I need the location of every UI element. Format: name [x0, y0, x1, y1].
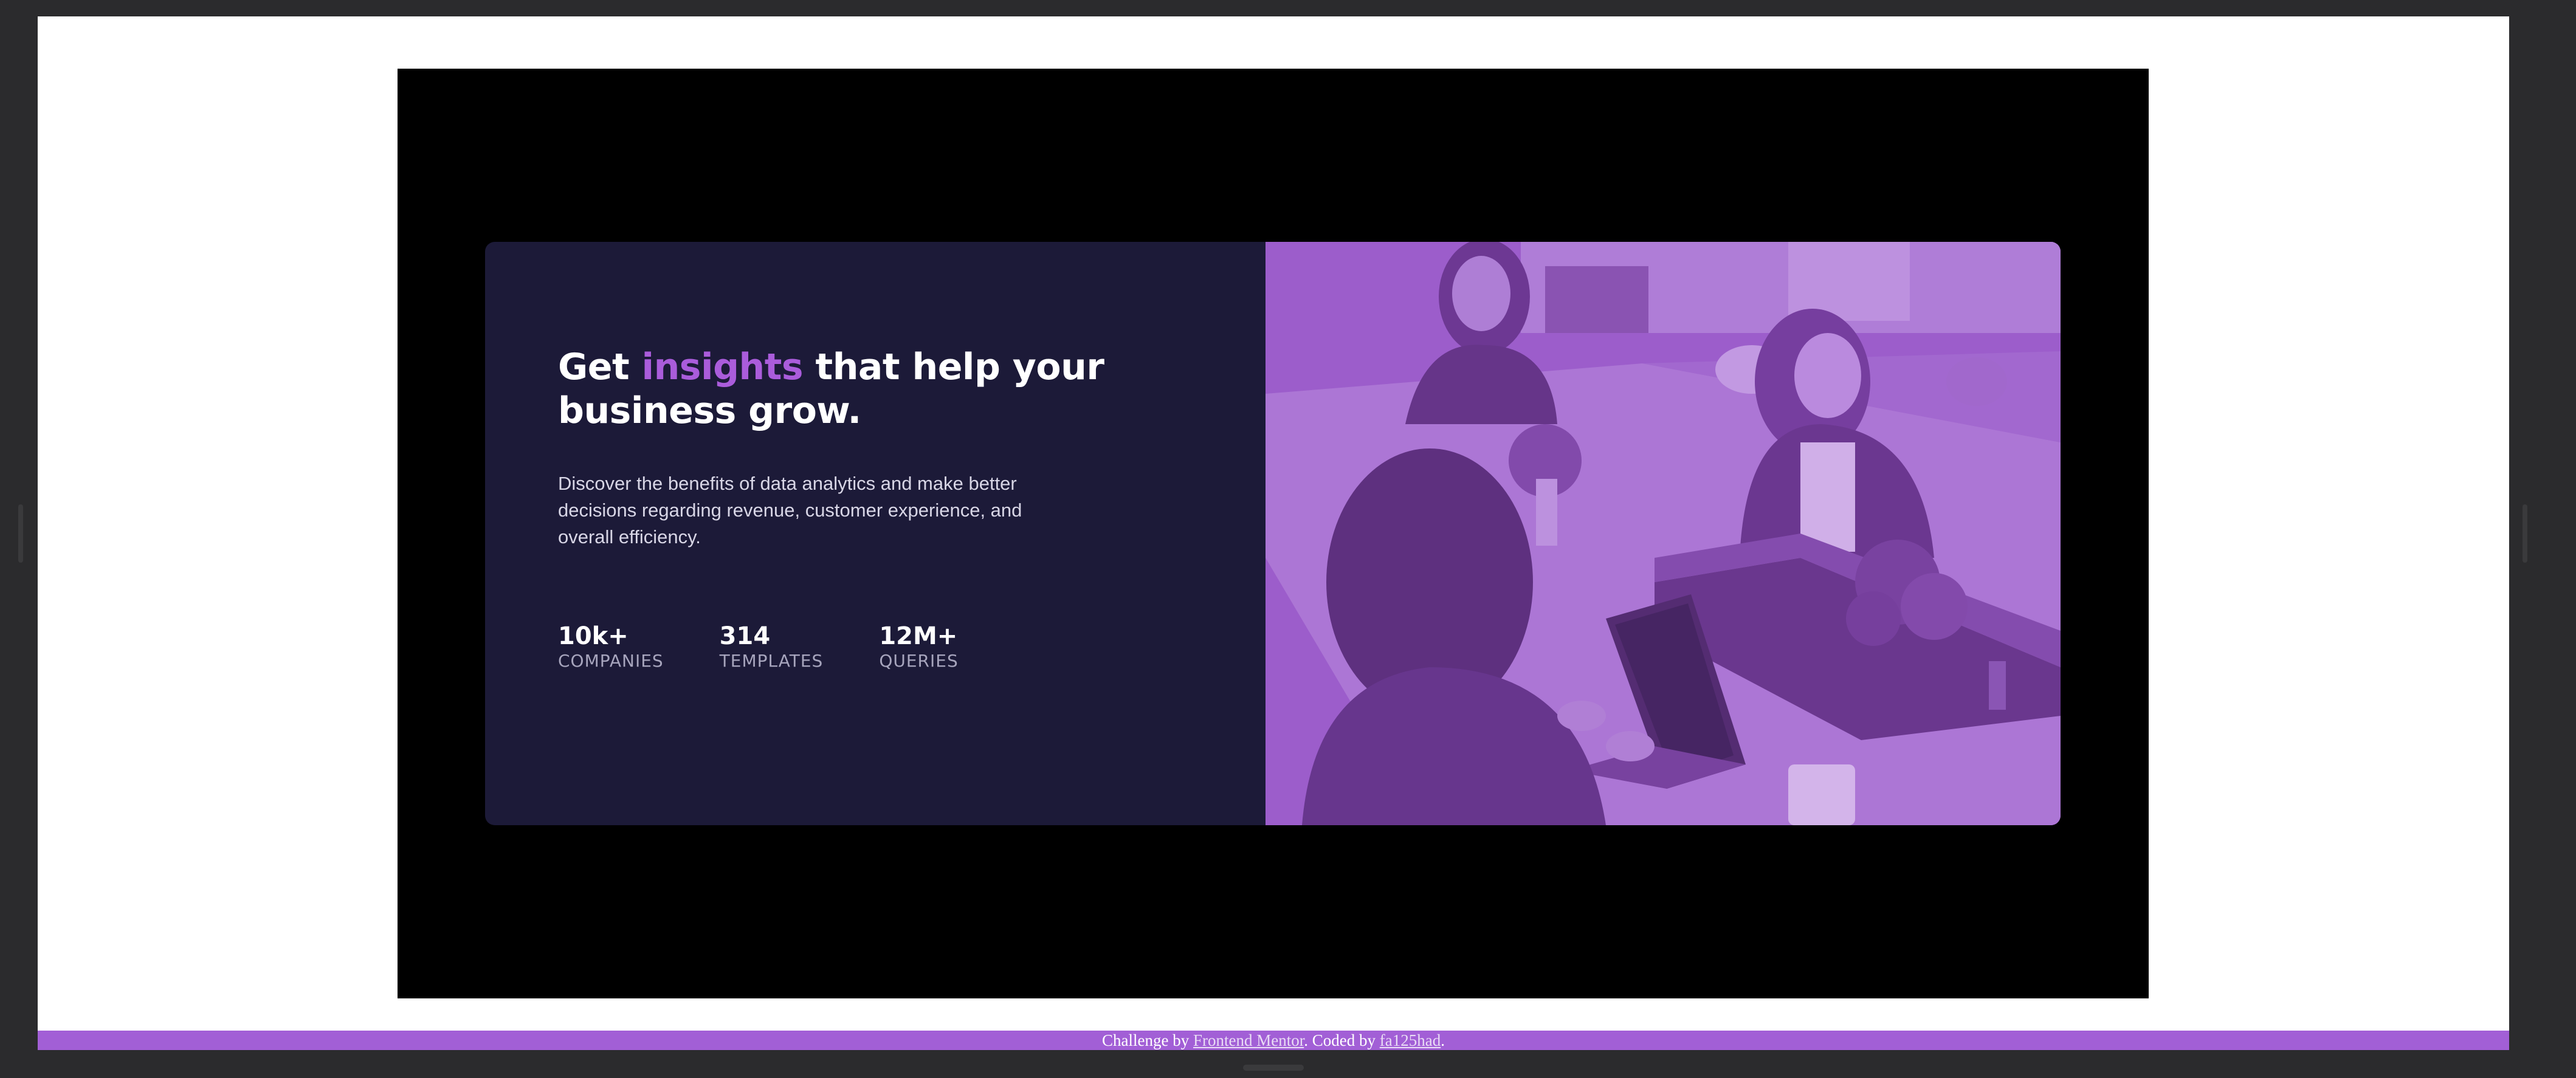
author-link[interactable]: fa125had — [1380, 1031, 1441, 1049]
card-image — [1266, 242, 2061, 825]
office-photo-illustration — [1266, 242, 2061, 825]
stat-label: QUERIES — [879, 651, 959, 671]
resize-handle-bottom[interactable] — [1243, 1065, 1304, 1071]
card-content: Get insights that help your business gro… — [558, 345, 1117, 672]
preview-viewport: Get insights that help your business gro… — [38, 16, 2509, 1049]
attribution-footer: Challenge by Frontend Mentor. Coded by f… — [38, 1031, 2509, 1050]
attribution-middle: . Coded by — [1304, 1031, 1380, 1049]
stat-value: 314 — [719, 622, 771, 650]
stat-templates: 314 TEMPLATES — [720, 622, 824, 672]
heading-accent: insights — [641, 346, 804, 388]
stat-companies: 10k+ COMPANIES — [558, 622, 664, 672]
stat-label: TEMPLATES — [719, 651, 824, 671]
stat-value: 10k+ — [558, 622, 629, 650]
heading-prefix: Get — [558, 346, 642, 388]
stat-label: COMPANIES — [558, 651, 664, 671]
stats-preview-card: Get insights that help your business gro… — [485, 242, 2061, 825]
stat-queries: 12M+ QUERIES — [879, 622, 958, 672]
stats-row: 10k+ COMPANIES 314 TEMPLATES 12M+ QUERIE… — [558, 622, 1117, 672]
stat-value: 12M+ — [879, 622, 958, 650]
attribution-prefix: Challenge by — [1102, 1031, 1193, 1049]
card-description: Discover the benefits of data analytics … — [558, 473, 1022, 548]
page-background: Get insights that help your business gro… — [398, 69, 2149, 998]
frontend-mentor-link[interactable]: Frontend Mentor — [1193, 1031, 1304, 1049]
card-heading: Get insights that help your business gro… — [558, 345, 1117, 433]
resize-handle-left[interactable] — [18, 504, 23, 563]
attribution-suffix: . — [1441, 1031, 1445, 1049]
resize-handle-right[interactable] — [2523, 504, 2527, 563]
